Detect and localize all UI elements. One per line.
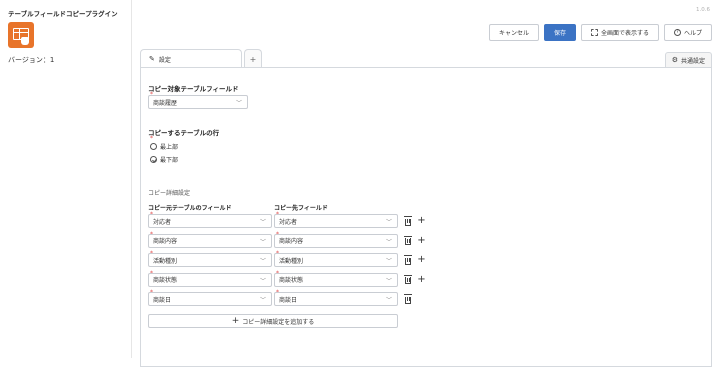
source-field-select[interactable]: 活動種別 ﹀ [148,253,272,267]
delete-row-button[interactable] [403,216,412,226]
add-row-button[interactable]: + [417,216,426,226]
add-row-button[interactable]: + [417,255,426,265]
plus-icon: + [417,215,426,226]
target-column-header: コピー先フィールド [274,205,328,212]
add-row-button[interactable]: + [417,273,426,285]
fullscreen-label: 全画面で表示する [600,30,649,37]
radio-bottom-label: 最下部 [160,157,179,164]
plus-icon: + [417,273,426,285]
tab-common-settings-label: 共通設定 [680,57,705,65]
radio-top[interactable]: 最上部 [150,142,178,151]
trash-icon [403,274,412,284]
version-label: バージョン：1 [8,56,55,64]
source-field-select[interactable]: 商談日 ﹀ [148,292,272,306]
source-field-select-value: 商談日 [153,296,172,304]
gear-icon: ⚙ [671,56,678,64]
target-field-select[interactable]: 活動種別 ﹀ [274,253,398,267]
radio-bottom[interactable]: 最下部 [150,155,178,164]
target-field-select[interactable]: 商談内容 ﹀ [274,233,398,248]
chevron-down-icon: ﹀ [259,238,266,246]
target-field-select-value: 商談状態 [279,277,304,284]
source-field-select[interactable]: 対応者 ﹀ [148,214,272,228]
delete-row-button[interactable] [403,294,412,304]
source-column-header: コピー元テーブルのフィールド [148,205,232,212]
plus-icon: + [417,234,426,246]
add-row-button[interactable]: + [417,234,426,246]
trash-icon [403,255,412,265]
chevron-down-icon: ﹀ [385,258,392,265]
help-button[interactable]: ? ヘルプ [663,24,712,41]
trash-icon [403,294,412,304]
chevron-down-icon: ﹀ [385,277,392,285]
trash-icon [403,216,412,226]
delete-row-button[interactable] [403,274,412,285]
radio-circle-icon [150,143,157,150]
version-number: 1.0.6 [696,7,710,13]
target-table-title: コピー対象テーブルフィールド [148,85,239,93]
tab-common-settings[interactable]: ⚙ 共通設定 [664,52,712,67]
source-field-select[interactable]: 商談状態 ﹀ [148,272,272,287]
source-field-select[interactable]: 商談内容 ﹀ [148,233,272,248]
chevron-down-icon: ﹀ [259,258,266,265]
chevron-down-icon: ﹀ [259,277,266,285]
target-field-select-value: 商談日 [279,296,298,304]
radio-top-label: 最上部 [160,144,179,151]
fullscreen-button[interactable]: 全画面で表示する [580,24,659,41]
help-label: ヘルプ [683,30,702,37]
delete-row-button[interactable] [403,255,412,265]
sidebar: テーブルフィールドコピープラグイン バージョン：1 [0,0,132,358]
chevron-down-icon: ﹀ [235,100,242,107]
target-field-select-value: 対応者 [279,218,298,226]
delete-row-button[interactable] [403,235,412,246]
add-tab-button[interactable]: + [244,49,262,68]
mapping-section-label: コピー詳細設定 [148,190,191,197]
chevron-down-icon: ﹀ [259,297,266,304]
app-icon [8,22,34,48]
chevron-down-icon: ﹀ [385,219,392,226]
chevron-down-icon: ﹀ [259,219,266,226]
source-field-select-value: 対応者 [153,218,172,226]
toolbar: キャンセル 保存 全画面で表示する ? ヘルプ [488,24,712,41]
help-icon: ? [673,29,681,36]
save-button[interactable]: 保存 [543,24,576,41]
app-title: テーブルフィールドコピープラグイン [8,10,118,18]
plus-icon: + [231,315,240,326]
tab-settings[interactable]: ✎ 設定 [140,49,242,68]
cancel-button[interactable]: キャンセル [488,24,539,41]
chevron-down-icon: ﹀ [385,297,392,304]
tab-settings-label: 設定 [158,56,171,64]
target-field-select[interactable]: 商談状態 ﹀ [274,272,398,287]
trash-icon [403,235,412,245]
target-field-select-value: 活動種別 [279,257,304,265]
target-field-select[interactable]: 商談日 ﹀ [274,292,398,306]
radio-checked-icon [150,156,157,163]
copy-row-title: コピーするテーブルの行 [148,129,220,137]
chevron-down-icon: ﹀ [385,238,392,246]
target-field-select-value: 商談内容 [279,238,304,245]
source-field-select-value: 商談内容 [153,238,178,245]
source-field-select-value: 商談状態 [153,277,178,284]
add-mapping-button[interactable]: + コピー詳細設定を追加する [148,314,398,328]
target-table-value: 商談履歴 [153,99,178,107]
target-field-select[interactable]: 対応者 ﹀ [274,214,398,228]
source-field-select-value: 活動種別 [153,257,178,265]
pencil-icon: ✎ [149,55,155,63]
target-table-select[interactable]: 商談履歴 ﹀ [148,95,248,109]
plus-icon: + [417,254,426,265]
tab-bar: ✎ 設定 + [140,49,262,68]
add-mapping-label: コピー詳細設定を追加する [242,318,315,326]
fullscreen-icon [590,29,598,36]
